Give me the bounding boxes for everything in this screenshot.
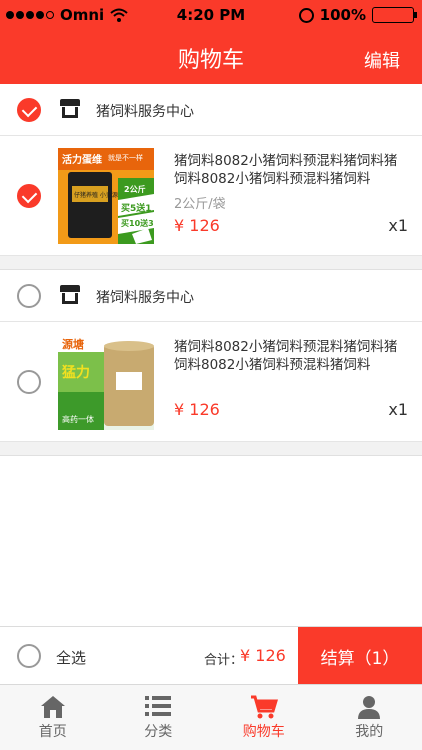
image-text-top: 活力蛋维 [62,155,102,166]
home-icon [40,696,65,718]
battery-percent: 100% [319,6,366,24]
rotation-lock-icon [298,7,314,23]
tab-label: 首页 [38,724,67,740]
image-text-bottom: 高药一体 [62,415,94,424]
shop-checkbox[interactable] [17,98,41,122]
item-quantity: x1 [388,216,408,235]
tab-mine[interactable]: 我的 [317,685,422,750]
select-all-label[interactable]: 全选 [56,647,86,668]
item-title[interactable]: 猪饲料8082小猪饲料预混料猪饲料猪饲料8082小猪饲料预混料猪饲料 [174,152,410,188]
tab-home[interactable]: 首页 [0,685,106,750]
tab-label: 购物车 [242,724,285,740]
shop-name[interactable]: 猪饲料服务中心 [96,287,194,307]
tab-bar: 首页 分类 购物车 我的 [0,684,422,750]
edit-button[interactable]: 编辑 [364,47,400,73]
checkout-bar: 全选 合计： ¥ 126 结算（1） [0,626,422,685]
user-icon [358,696,381,719]
image-text-mid: 猛力 [62,365,90,381]
image-text-promo1: 买5送1 [121,204,152,214]
cart-icon [250,695,278,719]
total-label: 合计： [204,653,244,668]
item-title[interactable]: 猪饲料8082小猪饲料预混料猪饲料猪饲料8082小猪饲料预混料猪饲料 [174,338,410,374]
section-divider [0,442,422,456]
item-checkbox[interactable] [17,184,41,208]
product-image[interactable]: 源塘 猛力 高药一体 [58,334,154,430]
status-bar: Omni 4:20 PM 100% [0,0,422,30]
tab-category[interactable]: 分类 [106,685,212,750]
tab-cart[interactable]: 购物车 [211,685,317,750]
battery-icon [372,7,417,23]
item-price: ¥ 126 [174,216,220,235]
cart-item[interactable]: 源塘 猛力 高药一体 猪饲料8082小猪饲料预混料猪饲料猪饲料8082小猪饲料预… [0,322,422,442]
image-text-top: 源塘 [62,338,84,351]
image-text-mid: 仔猪养殖 小资源 [74,192,118,199]
image-text-top-right: 就是不一样 [108,154,143,162]
shop-icon [60,285,80,305]
tab-label: 我的 [355,724,384,740]
image-text-promo2: 买10送3 [121,219,154,228]
item-quantity: x1 [388,400,408,419]
status-right: 100% [298,6,417,24]
tab-label: 分类 [144,724,173,740]
shop-checkbox[interactable] [17,284,41,308]
select-all-checkbox[interactable] [17,644,41,668]
item-spec: 2公斤/袋 [174,197,226,212]
shop-icon [60,99,80,119]
item-price: ¥ 126 [174,400,220,419]
nav-bar: 购物车 编辑 [0,30,422,84]
product-image[interactable]: 活力蛋维 就是不一样 仔猪养殖 小资源 2公斤 买5送1 买10送3 [58,148,154,244]
page-title: 购物车 [177,48,244,73]
checkout-button[interactable]: 结算（1） [298,627,422,685]
cart-item[interactable]: 活力蛋维 就是不一样 仔猪养殖 小资源 2公斤 买5送1 买10送3 猪饲料80… [0,136,422,256]
shop-header: 猪饲料服务中心 [0,84,422,136]
list-icon [145,696,172,716]
image-text-badge: 2公斤 [124,185,146,194]
total-value: ¥ 126 [240,646,286,665]
shop-name[interactable]: 猪饲料服务中心 [96,101,194,121]
shop-header: 猪饲料服务中心 [0,270,422,322]
section-divider [0,256,422,270]
item-checkbox[interactable] [17,370,41,394]
